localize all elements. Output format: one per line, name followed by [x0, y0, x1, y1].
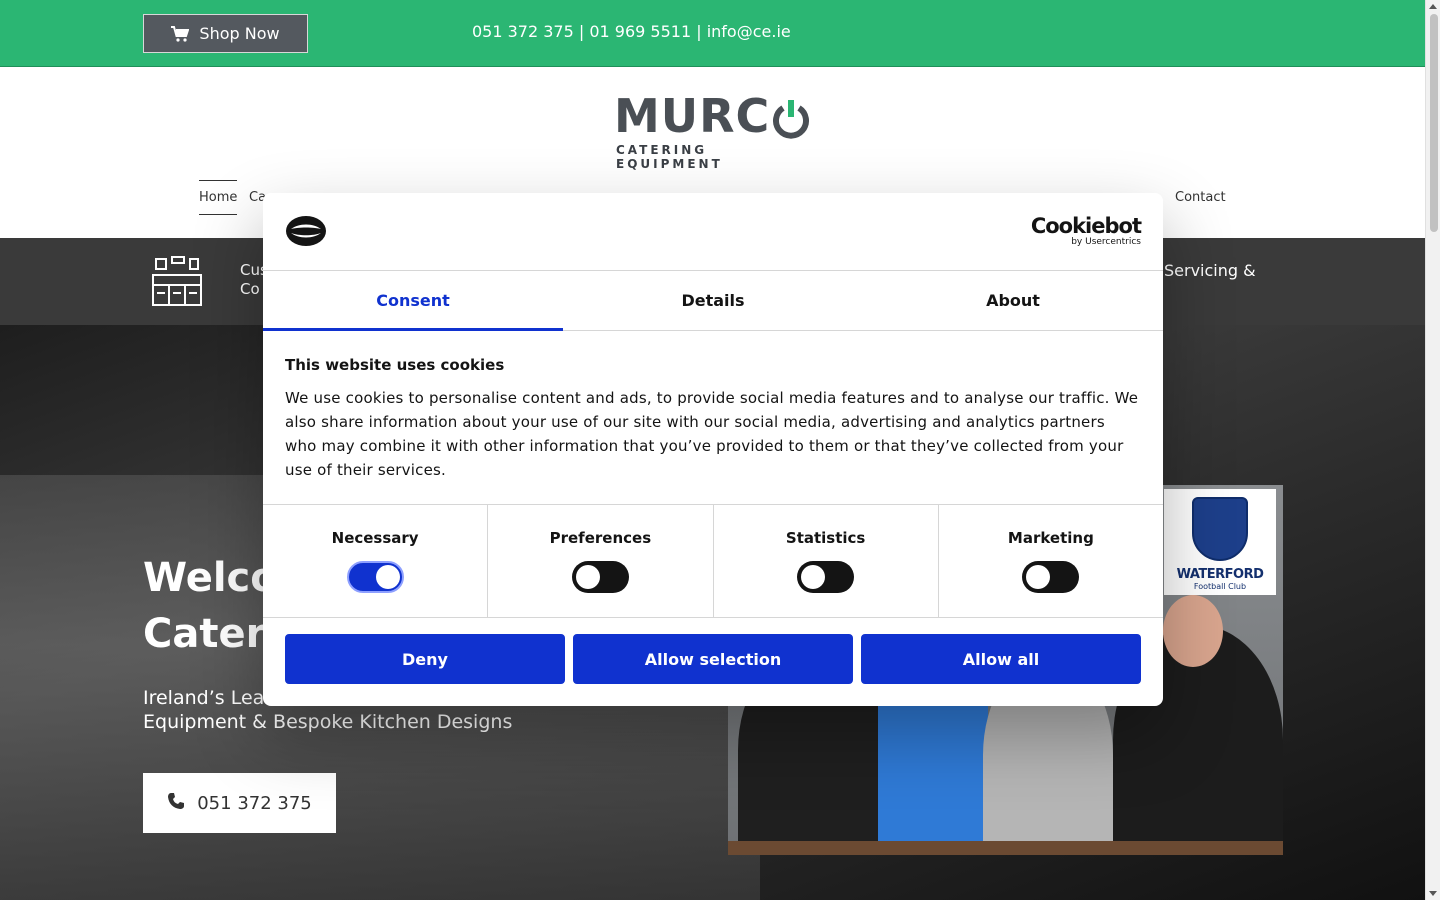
service-servicing[interactable]: Servicing & — [1164, 261, 1256, 280]
crest-shield-icon — [1192, 497, 1248, 561]
bench — [728, 841, 1283, 855]
top-bar: Shop Now 051 372 375 | 01 969 5511 | inf… — [0, 0, 1425, 67]
necessary-switch[interactable] — [346, 561, 404, 593]
phone-icon — [167, 792, 185, 815]
toggle-preferences: Preferences — [488, 505, 714, 617]
murco-logo[interactable]: MURC CATERING EQUIPMENT — [614, 93, 814, 171]
cookiebot-by: by Usercentrics — [1071, 237, 1141, 247]
crest-club: Football Club — [1193, 582, 1247, 591]
toggle-statistics: Statistics — [714, 505, 939, 617]
cookie-consent-dialog: Cookiebot by Usercentrics Consent Detail… — [263, 193, 1163, 706]
crest-name: WATERFORD — [1176, 567, 1264, 582]
toggle-label: Preferences — [549, 529, 652, 547]
logo-text: MURC — [614, 89, 771, 143]
shop-now-label: Shop Now — [199, 24, 280, 43]
cookie-text: We use cookies to personalise content an… — [285, 389, 1139, 479]
contact-info[interactable]: 051 372 375 | 01 969 5511 | info@ce.ie — [472, 22, 791, 41]
scroll-up-icon[interactable] — [1429, 4, 1437, 9]
hero-title-line1: Welco — [143, 555, 278, 601]
deny-button[interactable]: Deny — [285, 634, 565, 684]
toggle-label: Necessary — [331, 529, 419, 547]
cookie-toggles: Necessary Preferences Statistics Marketi… — [263, 504, 1163, 618]
cookie-dialog-header: Cookiebot by Usercentrics — [263, 193, 1163, 271]
cart-icon — [171, 25, 190, 42]
switch-knob — [1026, 565, 1051, 589]
logo-tagline: CATERING EQUIPMENT — [616, 143, 723, 171]
cookie-logo-icon — [285, 215, 327, 251]
cookie-title: This website uses cookies — [285, 356, 505, 374]
hero-title-line2: Cater — [143, 611, 266, 657]
switch-knob — [375, 565, 400, 589]
cookie-body: This website uses cookies We use cookies… — [285, 356, 1141, 482]
nav-item-contact[interactable]: Contact — [1175, 190, 1226, 205]
logo-wordmark: MURC — [614, 93, 814, 139]
cookiebot-name: Cookiebot — [1030, 214, 1142, 238]
call-button-label: 051 372 375 — [197, 792, 312, 814]
switch-knob — [575, 565, 600, 589]
toggle-marketing: Marketing — [939, 505, 1163, 617]
power-icon — [771, 99, 811, 139]
toggle-label: Statistics — [785, 529, 866, 547]
cookiebot-brand[interactable]: Cookiebot by Usercentrics — [1030, 214, 1142, 247]
hero-subtitle-line2: Equipment & Bespoke Kitchen Designs — [143, 711, 513, 733]
hero-title: Welco Cater — [143, 550, 278, 662]
scroll-down-icon[interactable] — [1429, 891, 1437, 896]
preferences-switch[interactable] — [571, 561, 629, 593]
club-crest: WATERFORD Football Club — [1164, 489, 1276, 595]
kitchen-icon — [150, 255, 204, 313]
shop-now-button[interactable]: Shop Now — [143, 14, 308, 53]
cookie-buttons: Deny Allow selection Allow all — [285, 634, 1141, 684]
marketing-switch[interactable] — [1022, 561, 1080, 593]
page-scrollbar[interactable] — [1425, 0, 1440, 900]
allow-all-button[interactable]: Allow all — [861, 634, 1141, 684]
toggle-necessary: Necessary — [263, 505, 489, 617]
toggle-label: Marketing — [1007, 529, 1094, 547]
tab-details[interactable]: Details — [563, 271, 863, 330]
tab-about[interactable]: About — [863, 271, 1163, 330]
cookie-tabs: Consent Details About — [263, 271, 1163, 331]
tab-consent[interactable]: Consent — [263, 271, 563, 331]
scroll-thumb[interactable] — [1430, 14, 1438, 232]
person-head — [1163, 595, 1223, 667]
statistics-switch[interactable] — [797, 561, 855, 593]
allow-selection-button[interactable]: Allow selection — [573, 634, 853, 684]
call-button[interactable]: 051 372 375 — [143, 773, 336, 833]
switch-knob — [801, 565, 826, 589]
nav-item-home[interactable]: Home — [199, 180, 238, 215]
